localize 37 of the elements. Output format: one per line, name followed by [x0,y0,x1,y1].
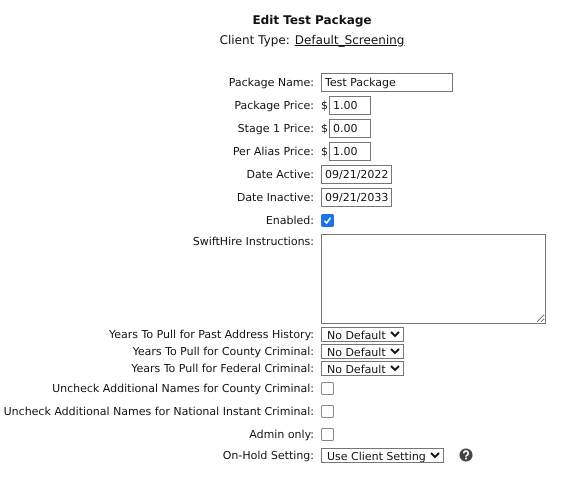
field-label: Uncheck Additional Names for National Instant Criminal: [2,405,314,418]
checkbox[interactable] [321,428,334,441]
field-label: On-Hold Setting: [222,448,314,462]
price-field[interactable]: 1.00 [329,96,371,115]
field-label: Years To Pull for Past Address History: [108,328,314,341]
field-label: SwiftHire Instructions: [192,234,314,248]
help-icon[interactable] [459,448,473,462]
price-field[interactable]: 0.00 [329,119,371,138]
dropdown[interactable]: No Default [321,327,404,342]
field-label: Per Alias Price: [232,145,314,158]
checkbox[interactable] [321,214,334,227]
currency-symbol: $ [321,122,328,135]
field-label: Stage 1 Price: [236,122,314,135]
field-label: Date Active: [245,168,314,181]
date-field[interactable]: 09/21/2033 [321,188,392,207]
page-title: Edit Test Package [252,14,372,27]
price-field[interactable]: 1.00 [329,142,371,161]
client-type-label: Client Type: [220,34,290,47]
dropdown[interactable]: No Default [321,344,404,359]
client-type-link[interactable]: Default_Screening [294,34,404,47]
instructions-field[interactable] [321,234,546,324]
checkbox[interactable] [321,382,334,395]
field-label: Admin only: [248,428,314,441]
currency-symbol: $ [321,99,328,112]
checkbox[interactable] [321,405,334,418]
currency-symbol: $ [321,145,328,158]
date-field[interactable]: 09/21/2022 [321,165,392,184]
field-label: Years To Pull for County Criminal: [132,345,314,358]
field-label: Package Name: [228,76,314,89]
dropdown[interactable]: No Default [321,361,404,376]
field-label: Enabled: [264,214,314,227]
input-field[interactable]: Test Package [321,73,453,92]
field-label: Date Inactive: [236,191,314,204]
field-label: Package Price: [233,99,314,112]
dropdown[interactable]: Use Client Setting [321,448,444,462]
field-label: Uncheck Additional Names for County Criminal: [51,382,314,395]
field-label: Years To Pull for Federal Criminal: [130,362,314,375]
